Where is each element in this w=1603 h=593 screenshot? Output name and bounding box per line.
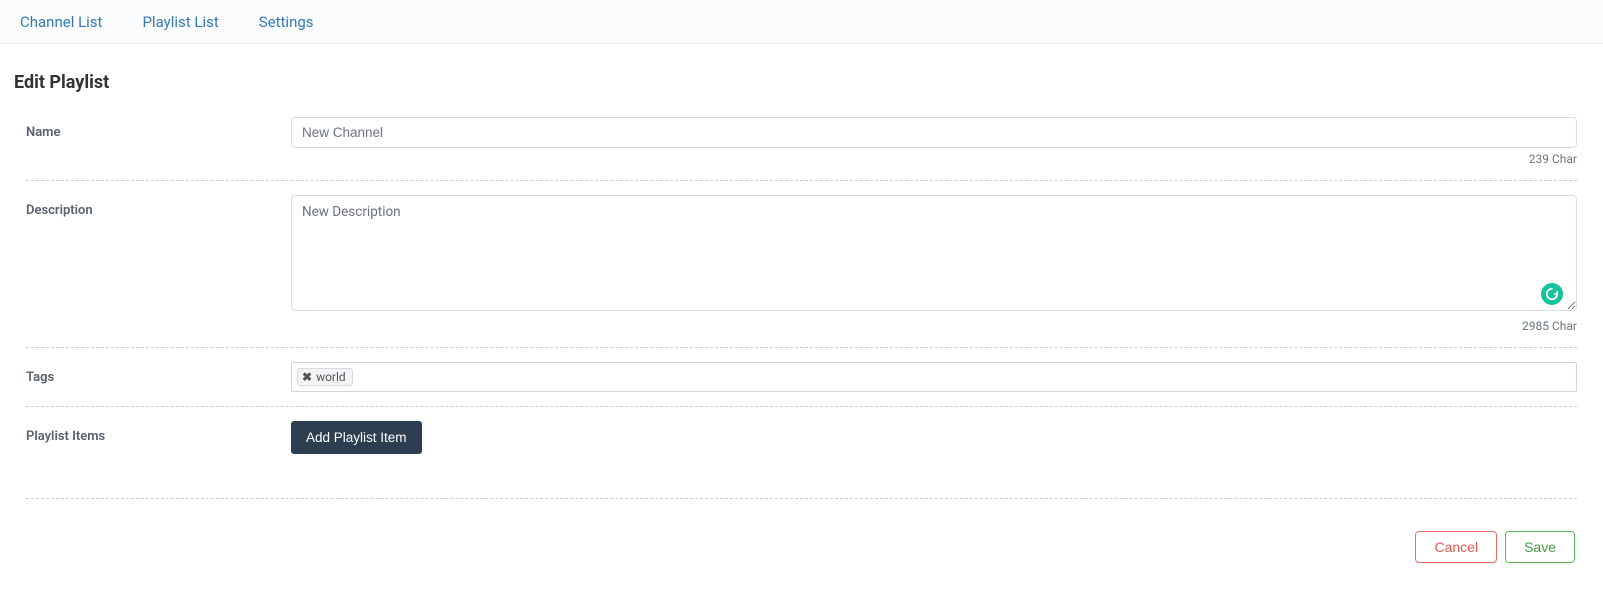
page-title: Edit Playlist xyxy=(14,72,1589,93)
label-tags: Tags xyxy=(26,362,291,385)
add-playlist-item-button[interactable]: Add Playlist Item xyxy=(291,421,422,454)
description-input[interactable] xyxy=(291,195,1577,311)
label-playlist-items: Playlist Items xyxy=(26,421,291,444)
separator xyxy=(26,180,1577,181)
top-tabs: Channel List Playlist List Settings xyxy=(0,0,1603,44)
name-input[interactable] xyxy=(291,117,1577,148)
tab-channel-list[interactable]: Channel List xyxy=(20,13,102,31)
row-description: Description 2985 Char xyxy=(26,195,1577,337)
tag-chip: ✖ world xyxy=(297,368,353,386)
row-tags: Tags ✖ world xyxy=(26,362,1577,396)
save-button[interactable]: Save xyxy=(1505,531,1575,563)
label-name: Name xyxy=(26,117,291,140)
separator xyxy=(26,498,1577,499)
tag-remove-icon[interactable]: ✖ xyxy=(302,371,312,383)
tag-label: world xyxy=(316,370,346,384)
separator xyxy=(26,347,1577,348)
separator xyxy=(26,406,1577,407)
tab-settings[interactable]: Settings xyxy=(259,13,314,31)
tags-input[interactable]: ✖ world xyxy=(291,362,1577,392)
tab-playlist-list[interactable]: Playlist List xyxy=(142,13,218,31)
row-name: Name 239 Char xyxy=(26,117,1577,170)
description-char-count: 2985 Char xyxy=(291,319,1577,333)
name-char-count: 239 Char xyxy=(291,152,1577,166)
row-playlist-items: Playlist Items Add Playlist Item xyxy=(26,421,1577,458)
footer-actions: Cancel Save xyxy=(14,513,1589,563)
label-description: Description xyxy=(26,195,291,218)
cancel-button[interactable]: Cancel xyxy=(1415,531,1497,563)
